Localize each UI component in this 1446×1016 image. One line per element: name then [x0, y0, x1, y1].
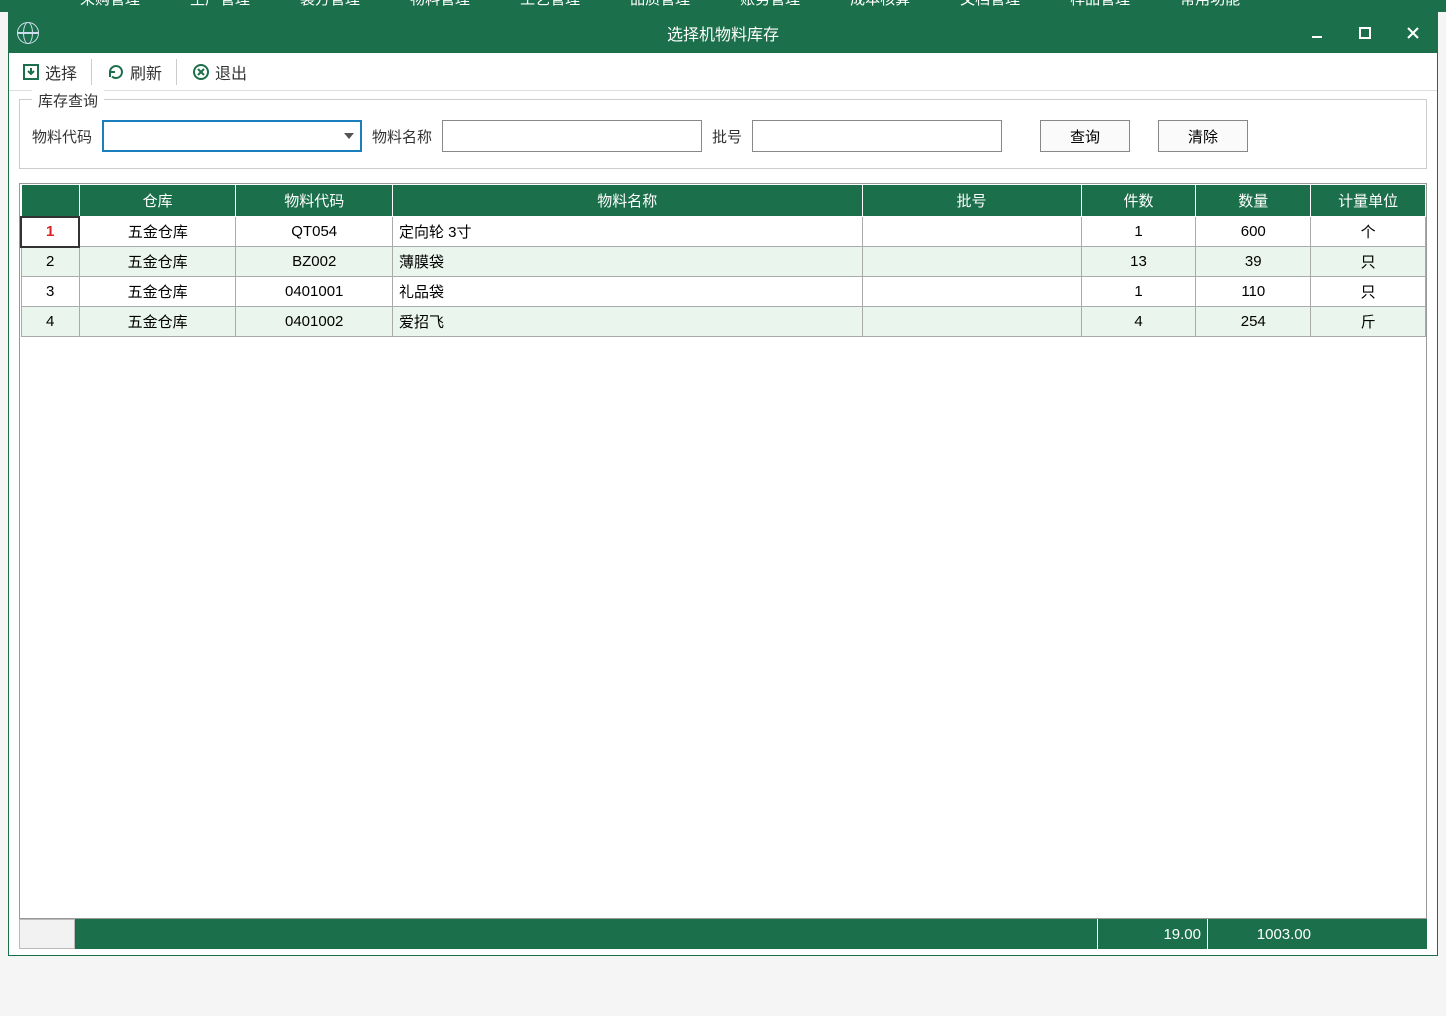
cell-code: 0401001: [236, 277, 393, 307]
batch-label: 批号: [712, 126, 742, 147]
minimize-button[interactable]: [1293, 13, 1341, 53]
table-row[interactable]: 4五金仓库0401002爱招飞4254斤: [21, 307, 1426, 337]
cell-warehouse: 五金仓库: [79, 247, 236, 277]
material-code-label: 物料代码: [32, 126, 92, 147]
grid-footer: 19.00 1003.00: [19, 919, 1427, 949]
cell-count: 1: [1081, 277, 1196, 307]
filter-legend: 库存查询: [32, 90, 104, 111]
cell-code: 0401002: [236, 307, 393, 337]
inventory-selector-dialog: 选择机物料库存 选择 刷新: [8, 12, 1438, 956]
inventory-grid[interactable]: 仓库 物料代码 物料名称 批号 件数 数量 计量单位 1五金仓库QT054定向轮…: [19, 183, 1427, 919]
row-number: 2: [21, 247, 79, 277]
material-code-combo[interactable]: [102, 120, 362, 152]
window-title: 选择机物料库存: [667, 21, 779, 45]
refresh-button[interactable]: 刷新: [100, 56, 168, 88]
cell-warehouse: 五金仓库: [79, 307, 236, 337]
grid-empty-area: [20, 337, 1426, 918]
select-label: 选择: [45, 60, 77, 84]
cell-qty: 600: [1196, 217, 1311, 247]
exit-label: 退出: [215, 60, 247, 84]
cell-batch: [862, 277, 1081, 307]
cell-name: 爱招飞: [392, 307, 862, 337]
col-unit[interactable]: 计量单位: [1311, 185, 1426, 217]
app-icon: [17, 22, 39, 44]
grid-header-row: 仓库 物料代码 物料名称 批号 件数 数量 计量单位: [21, 185, 1426, 217]
refresh-label: 刷新: [130, 60, 162, 84]
cell-code: QT054: [236, 217, 393, 247]
cell-count: 1: [1081, 217, 1196, 247]
cell-qty: 110: [1196, 277, 1311, 307]
exit-button[interactable]: 退出: [185, 56, 253, 88]
cell-unit: 只: [1311, 247, 1426, 277]
row-number: 1: [21, 217, 79, 247]
toolbar: 选择 刷新 退出: [9, 53, 1437, 91]
col-warehouse[interactable]: 仓库: [79, 185, 236, 217]
close-button[interactable]: [1389, 13, 1437, 53]
cell-unit: 个: [1311, 217, 1426, 247]
cell-qty: 39: [1196, 247, 1311, 277]
cell-unit: 只: [1311, 277, 1426, 307]
cell-warehouse: 五金仓库: [79, 277, 236, 307]
cell-count: 4: [1081, 307, 1196, 337]
footer-qty-total: 1003.00: [1207, 919, 1317, 949]
col-count[interactable]: 件数: [1081, 185, 1196, 217]
corner-header: [21, 185, 79, 217]
cell-name: 礼品袋: [392, 277, 862, 307]
query-button[interactable]: 查询: [1040, 120, 1130, 152]
separator: [176, 59, 177, 85]
row-number: 3: [21, 277, 79, 307]
cell-warehouse: 五金仓库: [79, 217, 236, 247]
download-icon: [21, 62, 41, 82]
cell-batch: [862, 217, 1081, 247]
col-code[interactable]: 物料代码: [236, 185, 393, 217]
chevron-down-icon: [344, 133, 354, 139]
cell-batch: [862, 247, 1081, 277]
material-name-label: 物料名称: [372, 126, 432, 147]
col-name[interactable]: 物料名称: [392, 185, 862, 217]
material-name-input[interactable]: [442, 120, 702, 152]
batch-input[interactable]: [752, 120, 1002, 152]
clear-button[interactable]: 清除: [1158, 120, 1248, 152]
maximize-button[interactable]: [1341, 13, 1389, 53]
refresh-icon: [106, 62, 126, 82]
title-bar[interactable]: 选择机物料库存: [9, 13, 1437, 53]
filter-group: 库存查询 物料代码 物料名称 批号 查询 清除: [19, 99, 1427, 169]
cell-unit: 斤: [1311, 307, 1426, 337]
select-button[interactable]: 选择: [15, 56, 83, 88]
col-qty[interactable]: 数量: [1196, 185, 1311, 217]
row-number: 4: [21, 307, 79, 337]
material-code-input[interactable]: [104, 122, 360, 150]
col-batch[interactable]: 批号: [862, 185, 1081, 217]
table-row[interactable]: 1五金仓库QT054定向轮 3寸1600个: [21, 217, 1426, 247]
background-main-menu: 采购管理生产管理 装方管理物料管理 工艺管理品质管理 账务管理成本核算 文档管理…: [0, 0, 1446, 12]
footer-rownum: [19, 919, 75, 949]
table-row[interactable]: 2五金仓库BZ002薄膜袋 1339只: [21, 247, 1426, 277]
cell-qty: 254: [1196, 307, 1311, 337]
close-circle-icon: [191, 62, 211, 82]
cell-code: BZ002: [236, 247, 393, 277]
cell-batch: [862, 307, 1081, 337]
cell-name: 薄膜袋: [392, 247, 862, 277]
cell-name: 定向轮 3寸: [392, 217, 862, 247]
cell-count: 13: [1081, 247, 1196, 277]
separator: [91, 59, 92, 85]
table-row[interactable]: 3五金仓库0401001礼品袋 1110只: [21, 277, 1426, 307]
footer-count-total: 19.00: [1097, 919, 1207, 949]
